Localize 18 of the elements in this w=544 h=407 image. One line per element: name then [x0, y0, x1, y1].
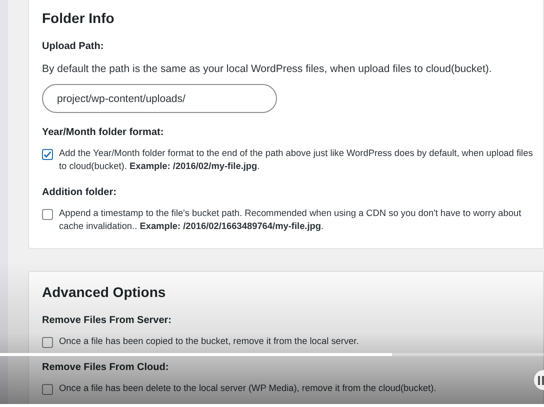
checkbox-text: Append a timestamp to the file's bucket path. Recommended when using a CDN so you don't have to worry about cache invalidation.. Example: /2016/02/1663489764/my-file.jpg.	[59, 207, 522, 233]
checkbox[interactable]	[42, 209, 53, 220]
field-label: Year/Month folder format:	[42, 126, 164, 139]
checkbox-text: Once a file has been delete to the local server (WP Media), remove it from the cloud(bucket).	[59, 382, 436, 395]
field-label: Addition folder:	[42, 186, 116, 199]
checkmark-icon	[43, 150, 52, 159]
section-title: Advanced Options	[42, 283, 167, 301]
checkbox[interactable]	[42, 337, 53, 348]
checkbox[interactable]	[42, 149, 53, 160]
checkbox[interactable]	[42, 384, 53, 395]
field-label: Remove Files From Cloud:	[42, 361, 169, 374]
field-label: Remove Files From Server:	[42, 314, 172, 327]
checkbox-text: Add the Year/Month folder format to the end of the path above just like WordPress does by default, when upload files to cloud(bucket). Example: /2016/02/my-file.jpg.	[59, 147, 534, 173]
field-description: By default the path is the same as your local WordPress files, when upload files to cloud(bucket).	[42, 62, 493, 76]
section-title: Folder Info	[42, 9, 116, 27]
upload-path-field[interactable]: project/wp-content/uploads/	[42, 84, 277, 113]
checkbox-text: Once a file has been copied to the bucket, remove it from the local server.	[59, 335, 359, 348]
field-label: Upload Path:	[42, 40, 104, 53]
